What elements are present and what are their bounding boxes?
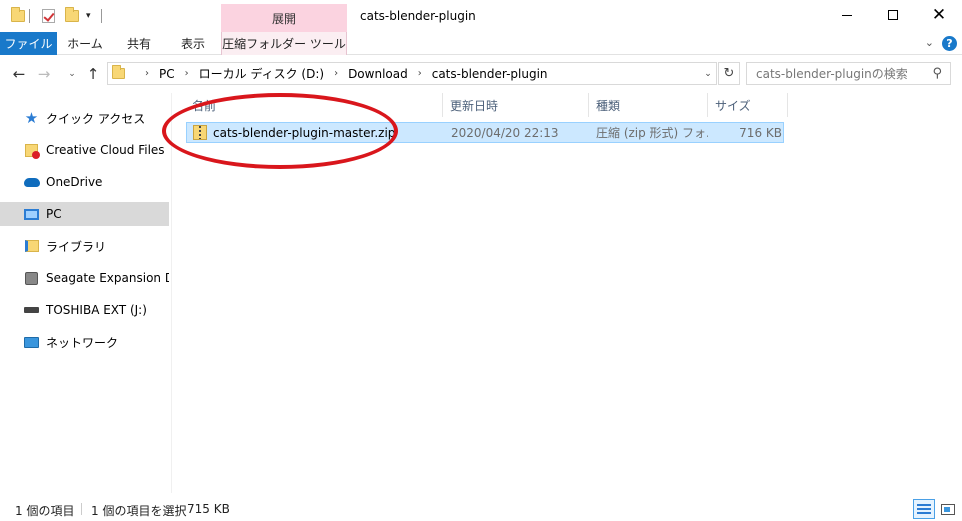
nav-item-network[interactable]: ネットワーク bbox=[0, 330, 169, 354]
properties-check-icon[interactable] bbox=[42, 6, 55, 26]
pane-divider[interactable] bbox=[171, 93, 172, 493]
breadcrumb-local-disk[interactable]: ローカル ディスク (D:) bbox=[199, 65, 324, 82]
chevron-right-icon[interactable]: › bbox=[418, 68, 422, 79]
folder-icon[interactable] bbox=[11, 6, 25, 26]
breadcrumb-pc[interactable]: PC bbox=[159, 67, 175, 81]
large-icons-view-icon[interactable] bbox=[937, 499, 959, 519]
forward-arrow-icon[interactable]: → bbox=[34, 64, 54, 84]
tab-home[interactable]: ホーム bbox=[60, 32, 110, 55]
breadcrumb-current[interactable]: cats-blender-plugin bbox=[432, 67, 548, 81]
details-view-icon[interactable] bbox=[913, 499, 935, 519]
creative-cloud-folder-icon bbox=[23, 142, 40, 159]
nav-item-library[interactable]: ライブラリ bbox=[0, 234, 169, 258]
external-drive-icon bbox=[23, 302, 40, 318]
title-bar: ▾ 展開 cats-blender-plugin ✕ bbox=[0, 0, 962, 32]
tab-share[interactable]: 共有 bbox=[114, 32, 164, 55]
file-size-cell: 716 KB bbox=[739, 125, 782, 140]
refresh-icon[interactable]: ↻ bbox=[718, 62, 740, 85]
nav-item-toshiba[interactable]: TOSHIBA EXT (J:) bbox=[0, 298, 169, 322]
nav-item-label: クイック アクセス bbox=[46, 111, 146, 126]
address-row: ← → ⌄ ↑ › PC › ローカル ディスク (D:) › Download… bbox=[0, 56, 962, 91]
onedrive-cloud-icon bbox=[23, 174, 40, 190]
star-icon: ★ bbox=[24, 109, 39, 127]
help-icon[interactable]: ? bbox=[942, 36, 957, 51]
nav-item-label: OneDrive bbox=[46, 175, 103, 189]
highlight-ellipse-annotation bbox=[162, 93, 398, 169]
chevron-right-icon[interactable]: › bbox=[185, 68, 189, 79]
chevron-right-icon[interactable]: › bbox=[145, 68, 149, 79]
context-group-label: 展開 bbox=[221, 4, 347, 32]
status-separator bbox=[81, 503, 82, 515]
quick-access-separator bbox=[101, 6, 102, 26]
address-dropdown-icon[interactable]: ⌄ bbox=[698, 62, 718, 85]
column-header-type[interactable]: 種類 bbox=[590, 93, 708, 117]
quick-access-separator bbox=[29, 6, 30, 26]
address-folder-icon bbox=[112, 65, 125, 79]
expand-ribbon-icon[interactable]: ⌄ bbox=[925, 36, 934, 49]
nav-item-label: ネットワーク bbox=[46, 335, 119, 350]
tab-view[interactable]: 表示 bbox=[168, 32, 218, 55]
search-input[interactable]: cats-blender-pluginの検索 ⚲ bbox=[746, 62, 951, 85]
network-icon bbox=[23, 334, 40, 350]
nav-item-label: ライブラリ bbox=[46, 239, 107, 254]
pc-icon bbox=[23, 206, 40, 222]
up-arrow-icon[interactable]: ↑ bbox=[83, 64, 103, 84]
nav-item-label: TOSHIBA EXT (J:) bbox=[46, 303, 147, 317]
recent-locations-icon[interactable]: ⌄ bbox=[62, 64, 82, 84]
new-folder-icon[interactable] bbox=[65, 6, 79, 26]
breadcrumb-download[interactable]: Download bbox=[348, 67, 408, 81]
address-bar[interactable]: › PC › ローカル ディスク (D:) › Download › cats-… bbox=[107, 62, 717, 85]
library-icon bbox=[23, 238, 40, 254]
back-arrow-icon[interactable]: ← bbox=[9, 64, 29, 84]
status-selection: 1 個の項目を選択 bbox=[91, 504, 187, 518]
navigation-pane: ★ クイック アクセス Creative Cloud Files OneDriv… bbox=[0, 93, 172, 493]
file-modified-cell: 2020/04/20 22:13 bbox=[451, 125, 559, 140]
chevron-right-icon[interactable]: › bbox=[334, 68, 338, 79]
nav-item-quick-access[interactable]: ★ クイック アクセス bbox=[0, 106, 169, 130]
status-item-count: 1 個の項目 bbox=[15, 504, 75, 518]
tab-file[interactable]: ファイル bbox=[0, 32, 57, 55]
minimize-icon[interactable] bbox=[824, 0, 870, 30]
search-icon[interactable]: ⚲ bbox=[932, 66, 942, 81]
nav-item-label: PC bbox=[46, 207, 62, 221]
ribbon-tabs: ファイル ホーム 共有 表示 圧縮フォルダー ツール ⌄ ? bbox=[0, 32, 962, 55]
window-title: cats-blender-plugin bbox=[360, 9, 476, 23]
nav-item-seagate[interactable]: Seagate Expansion Drive bbox=[0, 266, 169, 290]
drive-disk-icon bbox=[23, 270, 40, 286]
nav-item-label: Creative Cloud Files bbox=[46, 143, 165, 157]
maximize-icon[interactable] bbox=[870, 0, 916, 30]
column-header-modified[interactable]: 更新日時 bbox=[444, 93, 589, 117]
nav-item-onedrive[interactable]: OneDrive bbox=[0, 170, 169, 194]
search-placeholder: cats-blender-pluginの検索 bbox=[756, 67, 908, 81]
close-icon[interactable]: ✕ bbox=[916, 0, 962, 30]
nav-item-pc[interactable]: PC bbox=[0, 202, 169, 226]
column-header-size[interactable]: サイズ bbox=[709, 93, 788, 117]
nav-item-label: Seagate Expansion Drive bbox=[46, 271, 169, 285]
file-type-cell: 圧縮 (zip 形式) フォ... bbox=[596, 126, 708, 140]
nav-item-creative-cloud[interactable]: Creative Cloud Files bbox=[0, 138, 169, 162]
customize-dropdown-icon[interactable]: ▾ bbox=[86, 6, 91, 26]
status-bar: 1 個の項目 1 個の項目を選択 715 KB bbox=[0, 497, 962, 521]
tab-compressed-folder-tools[interactable]: 圧縮フォルダー ツール bbox=[221, 32, 347, 55]
status-selection-size: 715 KB bbox=[187, 502, 230, 516]
